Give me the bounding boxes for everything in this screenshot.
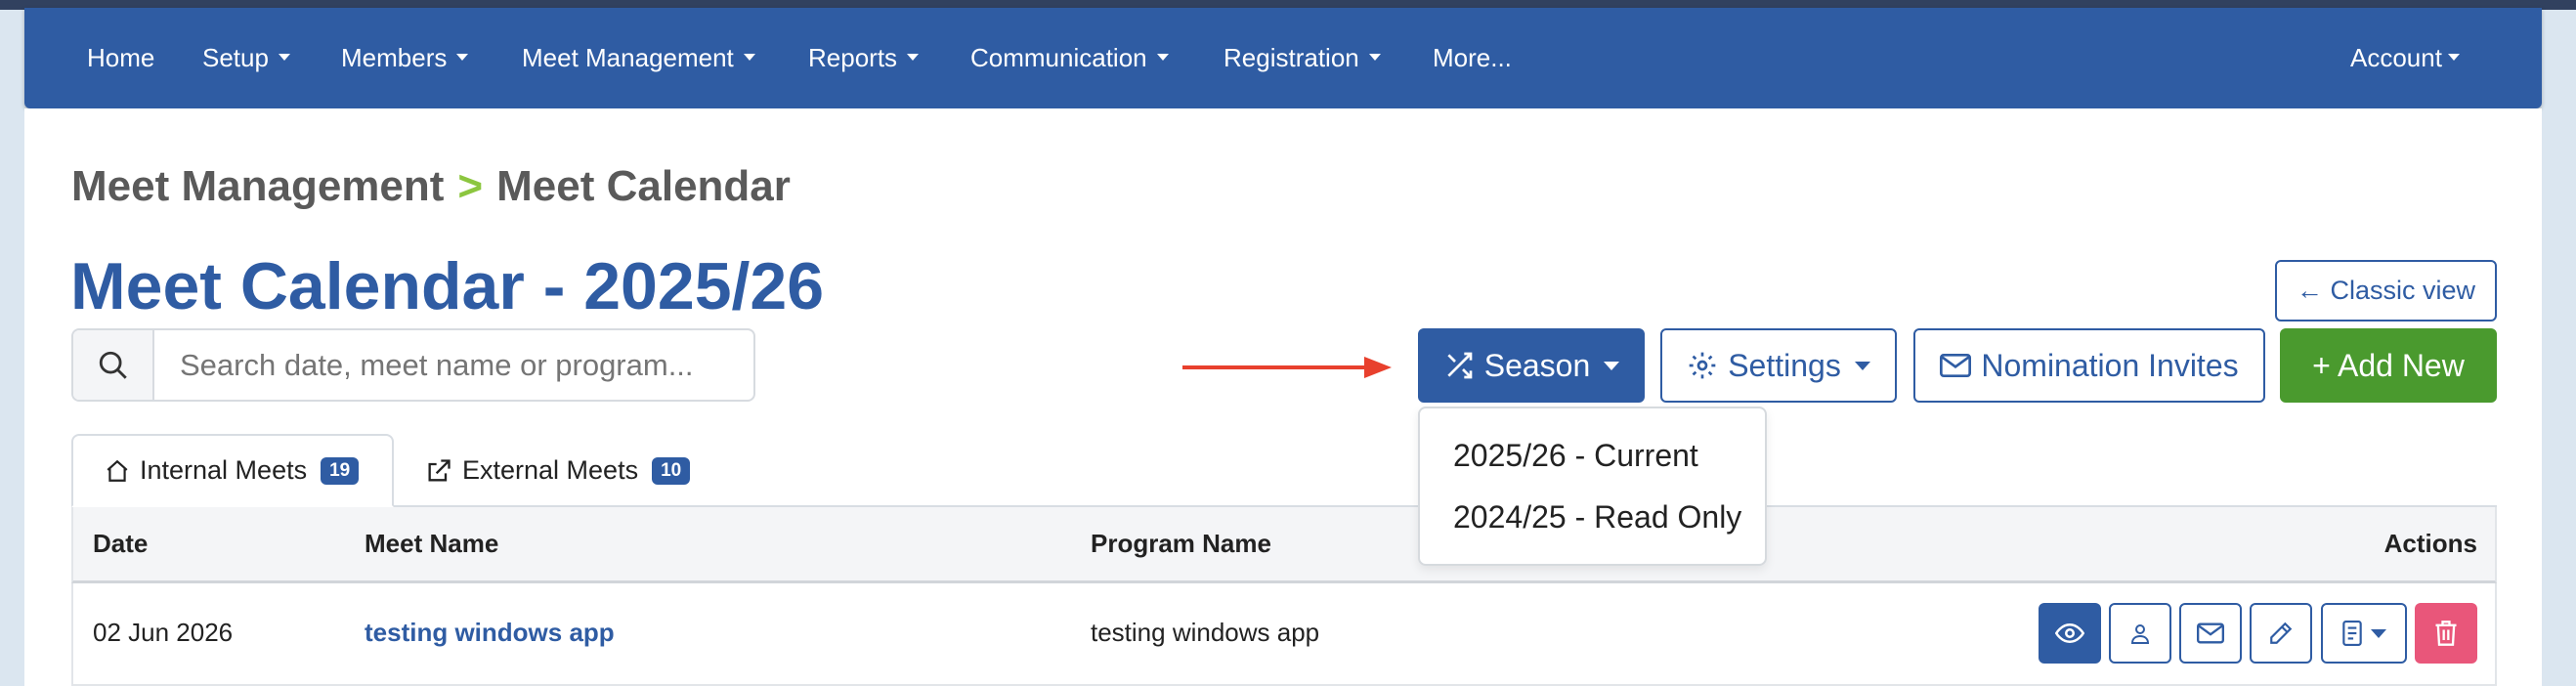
column-header-program-name[interactable]: Program Name [1091, 507, 1271, 580]
tab-external-meets[interactable]: External Meets 10 [425, 434, 718, 507]
nomination-invites-button[interactable]: Nomination Invites [1913, 328, 2265, 403]
caret-down-icon [907, 53, 920, 61]
settings-button[interactable]: Settings [1660, 328, 1897, 403]
breadcrumb-parent[interactable]: Meet Management [71, 162, 444, 210]
person-icon [2130, 624, 2150, 644]
main-navbar: Home Setup Members Meet Management Repor… [24, 8, 2542, 108]
column-header-date[interactable]: Date [93, 507, 148, 580]
count-badge: 19 [321, 456, 360, 485]
nav-registration[interactable]: Registration [1224, 8, 1381, 108]
column-header-meet-name[interactable]: Meet Name [365, 507, 498, 580]
cell-program-name: testing windows app [1091, 618, 1320, 647]
season-option-current[interactable]: 2025/26 - Current [1453, 438, 1698, 474]
caret-down-icon [456, 53, 469, 61]
page-title: Meet Calendar - 2025/26 [70, 249, 825, 323]
edit-button[interactable] [2250, 603, 2312, 664]
caret-down-icon [1156, 53, 1169, 61]
search-box [71, 328, 755, 402]
season-button[interactable]: Season [1418, 328, 1645, 403]
nav-home[interactable]: Home [87, 8, 154, 108]
add-new-button[interactable]: + Add New [2280, 328, 2497, 403]
season-dropdown-menu: 2025/26 - Current 2024/25 - Read Only [1418, 407, 1767, 566]
external-link-icon [428, 458, 451, 481]
view-button[interactable] [2039, 603, 2101, 664]
gear-icon [1689, 352, 1716, 379]
shuffle-icon [1447, 352, 1473, 379]
breadcrumb-separator: > [457, 162, 484, 210]
eye-icon [2055, 622, 2084, 644]
nav-setup[interactable]: Setup [202, 8, 290, 108]
column-header-actions: Actions [2383, 529, 2477, 558]
delete-button[interactable] [2415, 603, 2477, 664]
members-button[interactable] [2109, 603, 2171, 664]
email-button[interactable] [2179, 603, 2242, 664]
document-icon [2342, 621, 2362, 646]
classic-view-button[interactable]: ← Classic view [2275, 260, 2497, 322]
breadcrumb: Meet Management > Meet Calendar [71, 162, 791, 211]
caret-down-icon [1604, 361, 1620, 370]
search-input[interactable] [156, 330, 752, 400]
trash-icon [2435, 621, 2457, 646]
breadcrumb-current: Meet Calendar [496, 162, 791, 210]
caret-down-icon [2371, 628, 2386, 638]
nav-communication[interactable]: Communication [970, 8, 1169, 108]
caret-down-icon [1368, 53, 1381, 61]
pencil-icon [2270, 622, 2293, 644]
nav-meet-management[interactable]: Meet Management [522, 8, 755, 108]
document-dropdown-button[interactable] [2321, 603, 2407, 664]
season-option-read-only[interactable]: 2024/25 - Read Only [1453, 499, 1741, 536]
caret-down-icon [743, 53, 755, 61]
table-header: Date Meet Name Program Name Actions [71, 507, 2497, 583]
caret-down-icon [1854, 361, 1870, 370]
cell-date: 02 Jun 2026 [93, 618, 234, 647]
caret-down-icon [278, 53, 290, 61]
envelope-icon [2197, 622, 2224, 644]
caret-down-icon [2447, 53, 2460, 61]
tab-internal-meets[interactable]: Internal Meets 19 [71, 434, 394, 507]
home-icon [107, 459, 128, 482]
nav-account[interactable]: Account [2350, 8, 2460, 108]
cell-meet-name-link[interactable]: testing windows app [365, 583, 615, 681]
envelope-icon [1940, 354, 1972, 377]
search-icon [73, 330, 154, 400]
nav-members[interactable]: Members [341, 8, 469, 108]
table-row: 02 Jun 2026 testing windows app testing … [71, 583, 2497, 686]
annotation-arrow-icon [1182, 357, 1392, 378]
nav-more[interactable]: More... [1433, 8, 1512, 108]
nav-reports[interactable]: Reports [808, 8, 920, 108]
count-badge: 10 [652, 456, 691, 485]
